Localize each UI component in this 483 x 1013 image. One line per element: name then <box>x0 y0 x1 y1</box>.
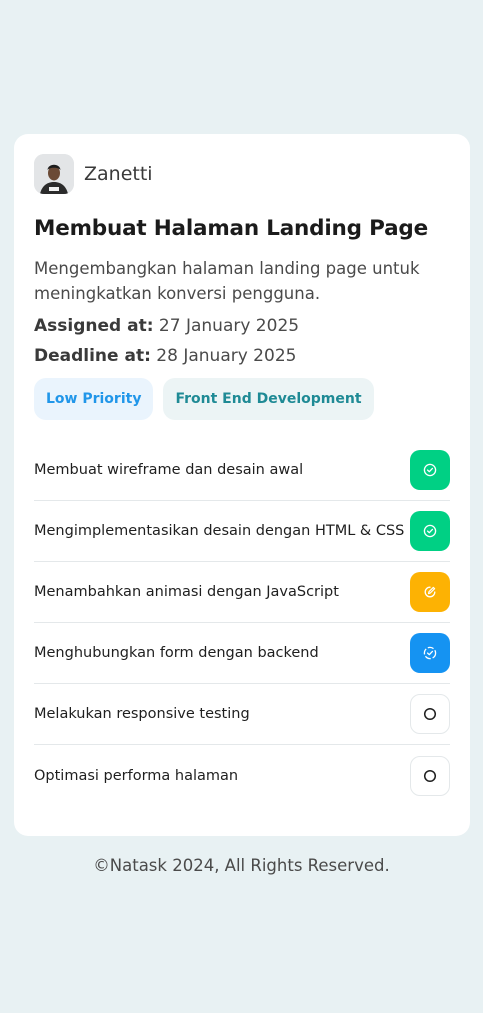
subtask-label: Menghubungkan form dengan backend <box>34 645 319 661</box>
priority-tag: Low Priority <box>34 378 154 420</box>
subtask-item: Mengimplementasikan desain dengan HTML &… <box>34 501 450 562</box>
check-circle-icon <box>423 463 437 477</box>
subtask-status-button[interactable] <box>410 694 450 734</box>
check-circle-icon <box>423 524 437 538</box>
subtask-status-button[interactable] <box>410 511 450 551</box>
subtask-label: Membuat wireframe dan desain awal <box>34 462 304 478</box>
pencil-icon <box>424 586 436 598</box>
task-description: Mengembangkan halaman landing page untuk… <box>34 259 420 303</box>
dashed-check-circle-icon <box>423 646 437 660</box>
empty-circle-icon <box>423 769 437 782</box>
subtask-label: Mengimplementasikan desain dengan HTML &… <box>34 523 405 539</box>
footer-copyright: ©Natask 2024, All Rights Reserved. <box>93 856 390 875</box>
task-title: Membuat Halaman Landing Page <box>34 216 428 241</box>
subtask-status-button[interactable] <box>410 450 450 490</box>
deadline-label: Deadline at: <box>34 346 151 366</box>
subtask-list: Membuat wireframe dan desain awal Mengim… <box>34 440 450 806</box>
task-card: Zanetti Membuat Halaman Landing Page Men… <box>14 134 470 836</box>
subtask-label: Optimasi performa halaman <box>34 767 239 784</box>
deadline-at: Deadline at: 28 January 2025 <box>34 346 450 366</box>
subtask-label: Melakukan responsive testing <box>34 706 250 722</box>
empty-circle-icon <box>423 707 437 721</box>
assigned-at: Assigned at: 27 January 2025 <box>34 316 450 336</box>
assigned-label: Assigned at: <box>34 316 154 336</box>
user-name: Zanetti <box>84 163 153 185</box>
avatar <box>34 154 74 194</box>
subtask-status-button[interactable] <box>410 572 450 612</box>
subtask-status-button[interactable] <box>410 633 450 673</box>
user-row: Zanetti <box>34 154 450 194</box>
subtask-label: Menambahkan animasi dengan JavaScript <box>34 584 339 600</box>
assigned-value: 27 January 2025 <box>158 316 300 336</box>
subtask-item: Menambahkan animasi dengan JavaScript <box>34 562 450 623</box>
subtask-item: Membuat wireframe dan desain awal <box>34 440 450 501</box>
tag-list: Low Priority Front End Development <box>34 378 450 420</box>
subtask-item: Menghubungkan form dengan backend <box>34 623 450 684</box>
category-tag: Front End Development <box>163 378 374 420</box>
subtask-item: Melakukan responsive testing <box>34 684 450 745</box>
subtask-item: Optimasi performa halaman <box>34 745 450 806</box>
deadline-value: 28 January 2025 <box>156 346 297 366</box>
subtask-status-button[interactable] <box>410 755 450 796</box>
